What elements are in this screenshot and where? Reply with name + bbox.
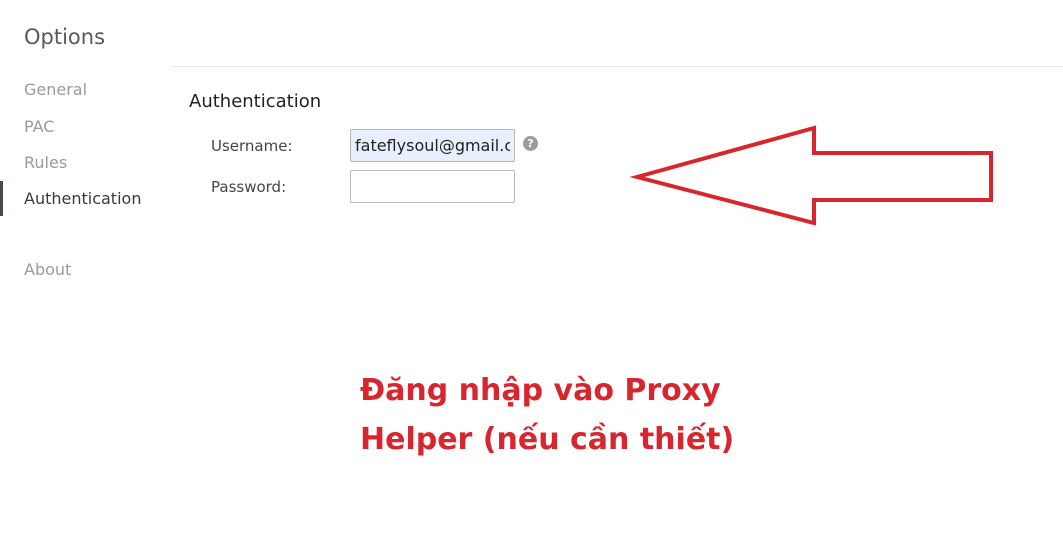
annotation-text: Đăng nhập vào Proxy Helper (nếu cần thiế… (360, 366, 734, 464)
left-arrow-icon (629, 125, 993, 226)
annotation-arrow (629, 125, 993, 226)
annotation-line-1: Đăng nhập vào Proxy (360, 373, 721, 408)
annotation-line-2: Helper (nếu cần thiết) (360, 422, 735, 457)
